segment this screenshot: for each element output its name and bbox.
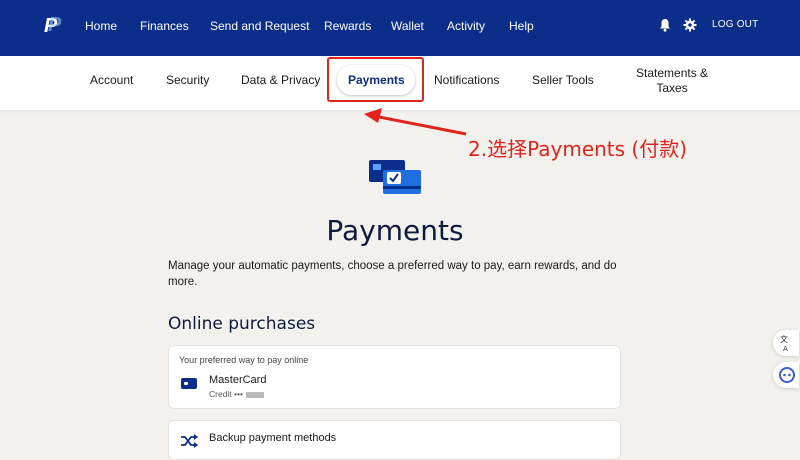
nav-send-and-request[interactable]: Send and Request xyxy=(210,19,309,33)
tab-statements-taxes[interactable]: Statements & Taxes xyxy=(636,66,708,96)
credit-card-icon xyxy=(181,378,197,389)
translate-icon: 文 A xyxy=(780,334,788,353)
backup-label: Backup payment methods xyxy=(209,432,337,444)
page-description: Manage your automatic payments, choose a… xyxy=(168,260,617,288)
nav-rewards[interactable]: Rewards xyxy=(324,19,371,33)
section-title: Online purchases xyxy=(168,314,316,334)
annotation-highlight-box xyxy=(327,57,424,102)
gear-icon[interactable] xyxy=(683,18,697,32)
backup-payment-methods[interactable]: Backup payment methods xyxy=(168,420,621,460)
page-title: Payments xyxy=(326,214,464,247)
preferred-payment-card[interactable]: Your preferred way to pay online MasterC… xyxy=(168,345,621,409)
tab-statements-line2: Taxes xyxy=(656,81,688,95)
card-number-mask xyxy=(245,391,264,398)
tab-seller-tools[interactable]: Seller Tools xyxy=(532,73,594,87)
preferred-label: Your preferred way to pay online xyxy=(179,355,309,365)
nav-home[interactable]: Home xyxy=(85,19,117,33)
annotation-arrow-icon xyxy=(364,108,467,136)
card-type: Credit ••• xyxy=(209,389,243,399)
annotation-text: 2.选择Payments (付款) xyxy=(468,137,688,161)
paypal-logo[interactable]: PP xyxy=(44,15,61,36)
tab-notifications[interactable]: Notifications xyxy=(434,73,499,87)
nav-activity[interactable]: Activity xyxy=(447,19,485,33)
translate-button[interactable]: 文 A xyxy=(773,330,799,356)
assistant-icon xyxy=(779,367,795,383)
logout-link[interactable]: LOG OUT xyxy=(712,19,758,30)
tab-data-privacy[interactable]: Data & Privacy xyxy=(241,73,320,87)
svg-text:A: A xyxy=(783,345,788,353)
top-nav: PP Home Finances Send and Request Reward… xyxy=(0,0,800,56)
svg-text:文: 文 xyxy=(780,334,788,344)
nav-wallet[interactable]: Wallet xyxy=(391,19,424,33)
payment-cards-icon xyxy=(369,160,421,194)
card-sub: Credit ••• xyxy=(209,389,264,399)
tab-account[interactable]: Account xyxy=(90,73,133,87)
assistant-button[interactable] xyxy=(773,362,799,388)
nav-help[interactable]: Help xyxy=(509,19,534,33)
card-name: MasterCard xyxy=(209,374,267,386)
tab-security[interactable]: Security xyxy=(166,73,209,87)
shuffle-icon xyxy=(181,434,198,448)
tab-statements-line1: Statements & xyxy=(636,66,709,80)
nav-finances[interactable]: Finances xyxy=(140,19,189,33)
bell-icon[interactable] xyxy=(659,18,671,32)
